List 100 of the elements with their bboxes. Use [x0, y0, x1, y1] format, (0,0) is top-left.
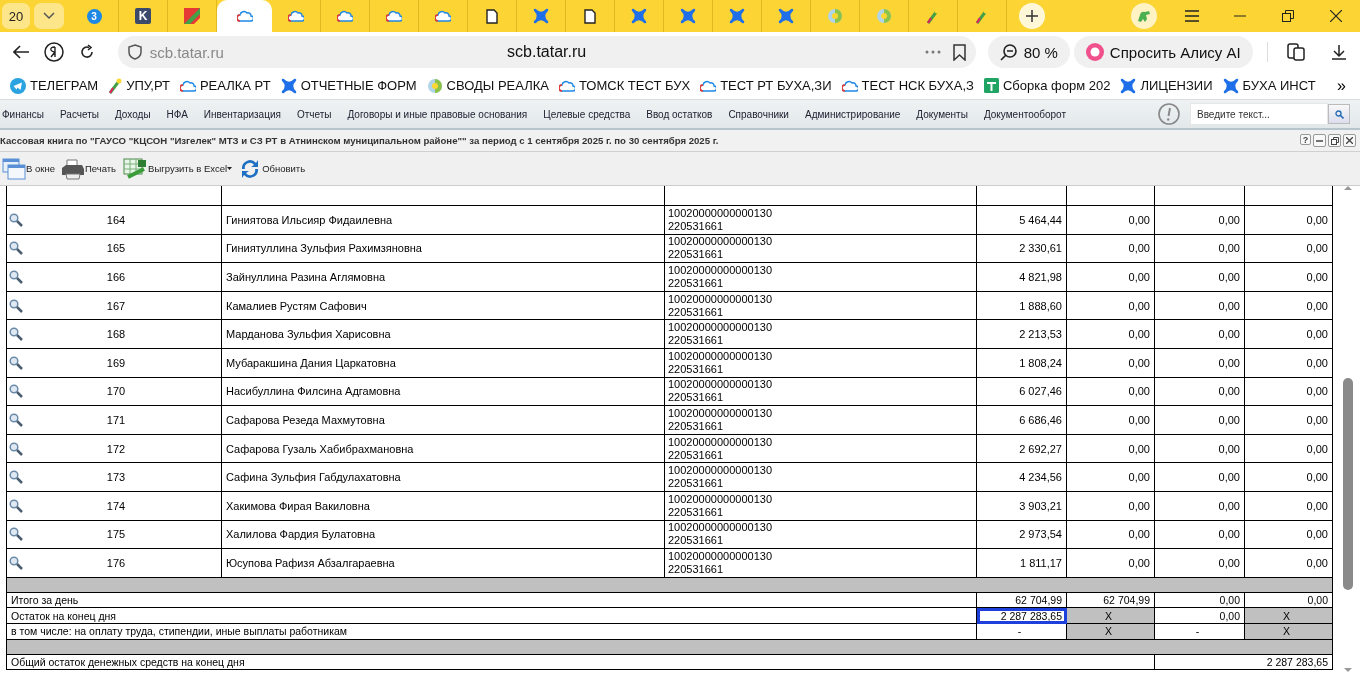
menu-item[interactable]: Документооборот	[983, 108, 1075, 120]
magnifier-icon[interactable]	[9, 327, 23, 342]
summary-cell: 2 287 283,65	[1155, 654, 1333, 671]
pen-icon	[926, 8, 940, 24]
account-code: 10020000000000130 220531661	[668, 435, 772, 462]
bookmark-item[interactable]: СВОДЫ РЕАЛКА	[422, 77, 553, 94]
menu-item[interactable]: Ввод остатков	[646, 108, 721, 120]
address-bar[interactable]: scb.tatar.ru scb.tatar.ru	[117, 36, 976, 68]
menu-item[interactable]: Справочники	[728, 108, 797, 120]
summary-label: Остаток на конец дня	[7, 608, 977, 624]
toolbar-button[interactable]: Выгрузить в Excel	[120, 157, 235, 180]
magnifier-icon[interactable]	[9, 298, 23, 313]
amount-text: 0,00	[1306, 356, 1328, 369]
bookmark-icon[interactable]	[952, 43, 966, 61]
bookmark-item[interactable]: ТЕЛЕГРАМ	[6, 77, 103, 94]
account-code: 10020000000000130 220531661	[668, 206, 772, 233]
employee-name: Хакимова Фирая Вакиловна	[226, 499, 370, 512]
search-button[interactable]	[1328, 104, 1350, 124]
toolbar-button[interactable]: Печать	[58, 157, 119, 180]
more-icon[interactable]	[924, 50, 941, 54]
bookmark-item[interactable]: ТОМСК ТЕСТ БУХ	[554, 78, 695, 93]
menu-item[interactable]: Доходы	[115, 108, 159, 120]
magnifier-icon[interactable]	[9, 355, 23, 370]
exclamation-icon[interactable]	[1158, 103, 1180, 125]
menu-item[interactable]: Целевые средства	[543, 108, 639, 120]
menu-item[interactable]: Администрирование	[804, 108, 909, 120]
employee-name: Насибуллина Филсина Адгамовна	[226, 385, 401, 398]
menu-item[interactable]: Документы	[916, 108, 976, 120]
close-button[interactable]	[1343, 134, 1356, 147]
more-bookmarks-button[interactable]: »	[1337, 76, 1346, 95]
chevron-down-icon[interactable]	[43, 12, 55, 20]
magnifier-icon[interactable]	[9, 527, 23, 542]
cloud-icon	[288, 10, 304, 22]
document-icon	[584, 8, 596, 24]
magnifier-icon[interactable]	[9, 498, 23, 513]
scrollbar[interactable]	[1340, 186, 1356, 674]
amount-text: 2 330,61	[1019, 242, 1062, 255]
help-button[interactable]: ?	[1300, 134, 1311, 145]
magnifier-icon[interactable]	[9, 470, 23, 485]
amount-text: 0,00	[1306, 385, 1328, 398]
amount-text: 6 027,46	[1019, 385, 1062, 398]
toolbar-button[interactable]: В окне	[0, 157, 57, 180]
account-code: 10020000000000130 220531661	[668, 235, 772, 262]
bookmark-item[interactable]: Сборка форм 202	[979, 78, 1115, 93]
summary-cell[interactable]: X	[1245, 608, 1333, 624]
bookmark-item[interactable]: ОТЧЕТНЫЕ ФОРМ	[276, 77, 421, 94]
menu-item[interactable]: Отчеты	[296, 108, 340, 120]
bookmark-item[interactable]: ТЕСТ РТ БУХА,ЗИ	[696, 78, 836, 93]
magnifier-icon[interactable]	[9, 441, 23, 456]
menu-item[interactable]: Расчеты	[60, 108, 107, 120]
menu-item[interactable]: Финансы	[2, 108, 52, 120]
amount-text: 2 213,53	[1019, 328, 1062, 341]
minimize-icon	[1316, 139, 1323, 142]
summary-cell[interactable]: 2 287 283,65	[977, 608, 1067, 624]
magnifier-icon[interactable]	[9, 212, 23, 227]
magnifier-icon[interactable]	[9, 384, 23, 399]
menu-item[interactable]: НФА	[166, 108, 196, 120]
amount-text: 0,00	[1306, 299, 1328, 312]
tab-counter[interactable]: 20	[2, 3, 30, 29]
menu-item[interactable]: Договоры и иные правовые основания	[347, 108, 536, 120]
close-icon[interactable]	[1330, 10, 1342, 22]
browser-logo-icon[interactable]	[43, 42, 64, 62]
bookmark-item[interactable]: РЕАЛКА РТ	[175, 78, 275, 93]
back-icon[interactable]	[12, 45, 29, 59]
search-field[interactable]: Введите текст...	[1190, 103, 1328, 125]
download-icon[interactable]	[1331, 44, 1348, 60]
new-tab-button[interactable]	[1019, 3, 1045, 29]
assistant-button[interactable]: Спросить Алису AI	[1073, 36, 1253, 68]
amount-text: 0,00	[1218, 356, 1240, 369]
collections-icon[interactable]	[1287, 43, 1306, 61]
minimize-button[interactable]	[1313, 134, 1326, 147]
cloud-icon	[841, 79, 858, 92]
zoom-button[interactable]: 80 %	[987, 36, 1070, 68]
bookmark-item[interactable]: ТЕСТ НСК БУХА,З	[837, 78, 978, 93]
menu-item[interactable]: Инвентаризация	[203, 108, 289, 120]
browser-tab[interactable]: K	[119, 0, 168, 32]
magnifier-icon[interactable]	[9, 555, 23, 570]
restore-icon[interactable]	[1282, 10, 1294, 22]
account-code: 10020000000000130 220531661	[668, 521, 772, 548]
menu-icon[interactable]	[1185, 10, 1199, 22]
bookmark-item[interactable]: БУХА ИНСТ	[1218, 77, 1320, 94]
row-number: 173	[105, 471, 127, 484]
toolbar-button[interactable]: Обновить	[236, 156, 308, 181]
magnifier-icon[interactable]	[9, 241, 23, 256]
summary-cell[interactable]: 0,00	[1155, 592, 1245, 609]
restore-button[interactable]	[1328, 134, 1341, 147]
amount-text: 0,00	[1128, 271, 1150, 283]
amount-text: 2 973,54	[1019, 528, 1062, 541]
bookmark-item[interactable]: ЛИЦЕНЗИИ	[1116, 77, 1217, 94]
amount-text: 0,00	[1218, 471, 1240, 484]
amount-text: 4 234,56	[1019, 471, 1062, 484]
browser-tab[interactable]: 3	[70, 0, 119, 32]
account-code: 10020000000000130 220531661	[668, 406, 772, 433]
amount-text: 0,00	[1128, 213, 1150, 226]
reload-icon[interactable]	[79, 44, 96, 60]
magnifier-icon[interactable]	[9, 270, 23, 284]
magnifier-icon[interactable]	[9, 412, 23, 427]
bookmark-item[interactable]: УПУ,РТ	[104, 77, 174, 94]
summary-cell[interactable]: 62 704,99	[977, 592, 1067, 609]
summary-cell[interactable]: X	[1067, 608, 1155, 624]
